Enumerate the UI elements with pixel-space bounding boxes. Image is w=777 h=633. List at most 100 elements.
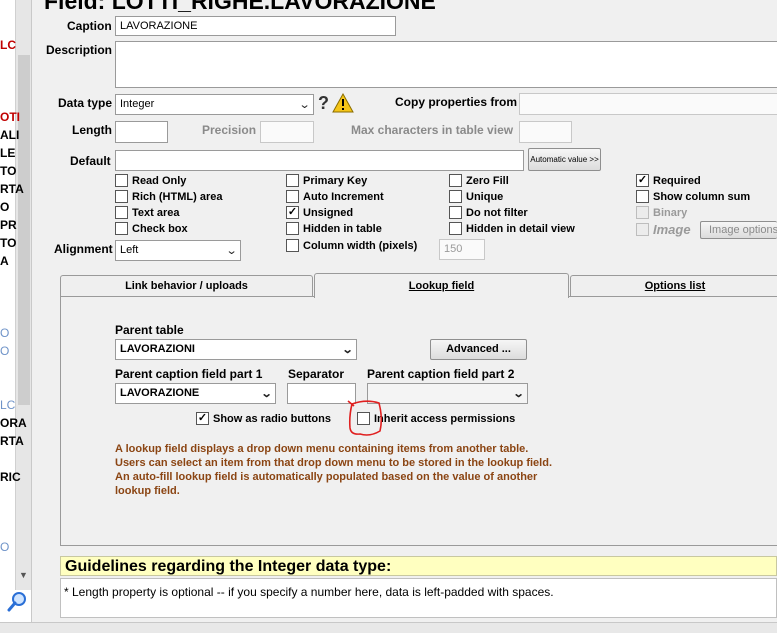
- caption-part1-select[interactable]: LAVORAZIONE ⌄: [115, 383, 276, 404]
- left-field-fragment[interactable]: RIC: [0, 470, 21, 484]
- max-chars-input[interactable]: [519, 121, 572, 143]
- zero-fill-checkbox[interactable]: Zero Fill: [449, 174, 509, 187]
- required-checkbox[interactable]: ✓ Required: [636, 174, 701, 187]
- left-field-fragment[interactable]: LE: [0, 146, 15, 160]
- automatic-value-button[interactable]: Automatic value >>: [528, 148, 601, 171]
- check-box-checkbox[interactable]: Check box: [115, 222, 188, 235]
- scroll-down-arrow-icon[interactable]: ▼: [19, 570, 28, 580]
- checkbox-box[interactable]: [286, 239, 299, 252]
- left-field-fragment[interactable]: PR: [0, 218, 17, 232]
- caption-label: Caption: [67, 19, 112, 33]
- left-field-fragment[interactable]: O: [0, 326, 9, 340]
- column-width-input[interactable]: 150: [439, 239, 485, 260]
- show-column-sum-checkbox[interactable]: Show column sum: [636, 190, 750, 203]
- parent-table-value: LAVORAZIONI: [120, 343, 195, 355]
- copy-properties-label: Copy properties from: [395, 95, 518, 109]
- tab-options-list[interactable]: Options list: [570, 275, 777, 297]
- left-field-fragment[interactable]: O: [0, 344, 9, 358]
- read-only-checkbox[interactable]: Read Only: [115, 174, 186, 187]
- left-panel: ▼ LC OTI ALI LE TO RTA O PR TO A O O LC …: [0, 0, 32, 633]
- left-field-fragment[interactable]: TO: [0, 236, 16, 250]
- description-label: Description: [46, 43, 113, 57]
- precision-input[interactable]: [260, 121, 314, 143]
- annotation-circle: [346, 398, 386, 440]
- left-scrollbar[interactable]: ▼: [15, 0, 31, 590]
- data-type-select[interactable]: Integer ⌄: [115, 94, 314, 115]
- checkbox-box[interactable]: [636, 190, 649, 203]
- checkbox-box[interactable]: ✓: [636, 174, 649, 187]
- checkbox-box[interactable]: [449, 174, 462, 187]
- hidden-in-detail-checkbox[interactable]: Hidden in detail view: [449, 222, 575, 235]
- left-field-fragment[interactable]: A: [0, 254, 9, 268]
- column-width-checkbox[interactable]: Column width (pixels): [286, 239, 417, 252]
- checkbox-box[interactable]: [636, 206, 649, 219]
- left-field-fragment[interactable]: O: [0, 540, 9, 554]
- precision-label: Precision: [202, 123, 257, 137]
- auto-increment-checkbox[interactable]: Auto Increment: [286, 190, 384, 203]
- left-field-fragment[interactable]: RTA: [0, 434, 24, 448]
- chevron-down-icon: ⌄: [341, 344, 354, 356]
- data-type-value: Integer: [120, 98, 155, 110]
- tab-lookup-field[interactable]: Lookup field: [314, 273, 569, 298]
- caption-part1-value: LAVORAZIONE: [120, 387, 200, 399]
- left-field-fragment[interactable]: O: [0, 200, 9, 214]
- checkbox-box[interactable]: [636, 223, 649, 236]
- advanced-button[interactable]: Advanced ...: [430, 339, 527, 360]
- description-textarea[interactable]: [115, 41, 777, 88]
- checkbox-box[interactable]: [115, 190, 128, 203]
- parent-table-label: Parent table: [115, 323, 184, 337]
- checkbox-box[interactable]: [449, 222, 462, 235]
- search-icon[interactable]: [6, 590, 30, 614]
- copy-properties-select[interactable]: [519, 93, 777, 115]
- separator-label: Separator: [288, 367, 345, 381]
- do-not-filter-checkbox[interactable]: Do not filter: [449, 206, 528, 219]
- image-checkbox[interactable]: Image: [636, 222, 691, 237]
- left-field-fragment[interactable]: ALI: [0, 128, 19, 142]
- window-title: Field: LOTTI_RIGHE.LAVORAZIONE: [44, 0, 436, 14]
- left-field-fragment[interactable]: OTI: [0, 110, 20, 124]
- chevron-down-icon: ⌄: [298, 99, 311, 111]
- alignment-select[interactable]: Left ⌄: [115, 240, 241, 261]
- left-field-fragment[interactable]: LC: [0, 398, 15, 412]
- show-radio-buttons-checkbox[interactable]: ✓ Show as radio buttons: [196, 412, 331, 425]
- left-field-fragment[interactable]: LC: [0, 38, 16, 52]
- checkbox-box[interactable]: [449, 190, 462, 203]
- unique-checkbox[interactable]: Unique: [449, 190, 503, 203]
- checkbox-box[interactable]: [115, 222, 128, 235]
- length-label: Length: [72, 123, 112, 137]
- rich-html-checkbox[interactable]: Rich (HTML) area: [115, 190, 222, 203]
- checkbox-box[interactable]: [115, 174, 128, 187]
- default-input[interactable]: [115, 150, 524, 171]
- caption-part2-select[interactable]: ⌄: [367, 383, 528, 404]
- primary-key-checkbox[interactable]: Primary Key: [286, 174, 367, 187]
- checkbox-box[interactable]: [286, 222, 299, 235]
- binary-checkbox[interactable]: Binary: [636, 206, 687, 219]
- text-area-checkbox[interactable]: Text area: [115, 206, 180, 219]
- hidden-in-table-checkbox[interactable]: Hidden in table: [286, 222, 382, 235]
- checkbox-box[interactable]: [286, 190, 299, 203]
- default-label: Default: [70, 154, 111, 168]
- left-scrollbar-thumb[interactable]: [18, 55, 30, 405]
- status-bar: [0, 622, 777, 633]
- alignment-label: Alignment: [54, 242, 113, 256]
- caption-input[interactable]: LAVORAZIONE: [115, 16, 396, 36]
- checkbox-box[interactable]: [286, 174, 299, 187]
- caption-part1-label: Parent caption field part 1: [115, 367, 263, 381]
- length-input[interactable]: [115, 121, 168, 143]
- parent-table-select[interactable]: LAVORAZIONI ⌄: [115, 339, 357, 360]
- tab-link-behavior[interactable]: Link behavior / uploads: [60, 275, 313, 297]
- checkbox-box[interactable]: [115, 206, 128, 219]
- unsigned-checkbox[interactable]: ✓ Unsigned: [286, 206, 353, 219]
- help-icon[interactable]: ?: [318, 93, 329, 114]
- checkbox-box[interactable]: [449, 206, 462, 219]
- checkbox-box[interactable]: ✓: [286, 206, 299, 219]
- alignment-value: Left: [120, 244, 139, 256]
- left-field-fragment[interactable]: TO: [0, 164, 16, 178]
- checkbox-box[interactable]: ✓: [196, 412, 209, 425]
- max-chars-label: Max characters in table view: [351, 123, 514, 137]
- left-field-fragment[interactable]: ORA: [0, 416, 27, 430]
- chevron-down-icon: ⌄: [512, 388, 525, 400]
- left-field-fragment[interactable]: RTA: [0, 182, 24, 196]
- image-options-button[interactable]: Image options: [700, 221, 777, 239]
- caption-part2-label: Parent caption field part 2: [367, 367, 515, 381]
